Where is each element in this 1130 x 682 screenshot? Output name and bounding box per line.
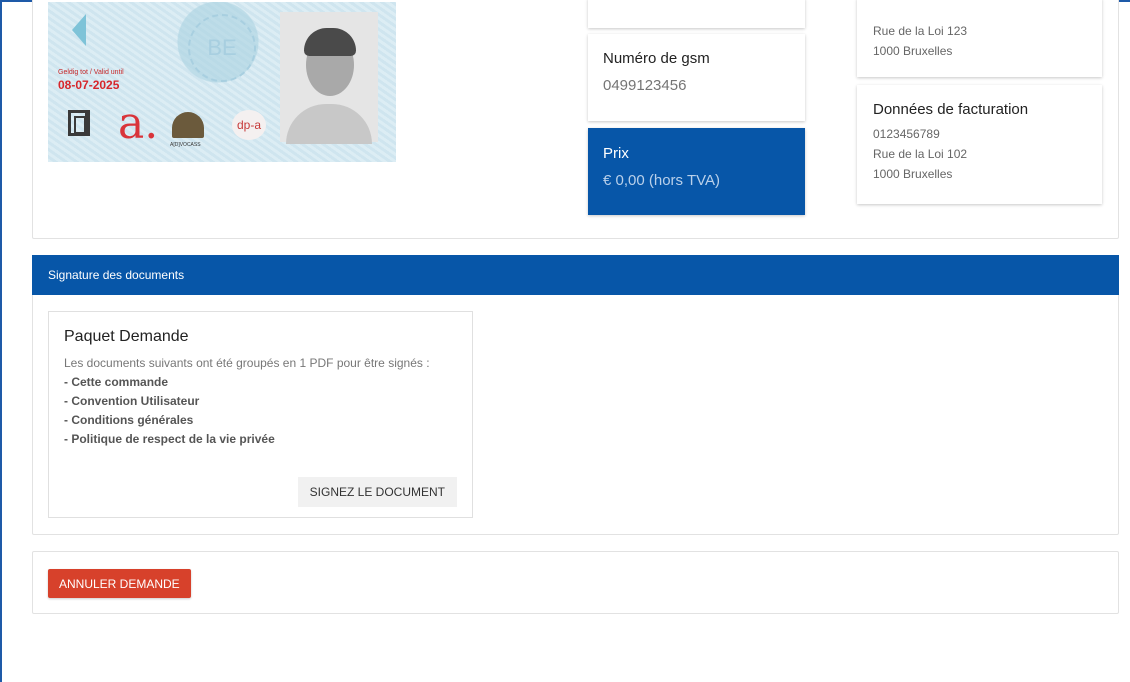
id-photo (280, 12, 378, 144)
sign-document-button[interactable]: SIGNEZ LE DOCUMENT (297, 477, 457, 507)
gsm-label: Numéro de gsm (603, 50, 710, 67)
address-line-2: 1000 Bruxelles (873, 44, 953, 58)
id-card-arrow-icon (72, 14, 86, 46)
cancel-request-button[interactable]: ANNULER DEMANDE (48, 569, 191, 598)
id-card-image: BE Geldig tot / Valid until 08-07-2025 a… (48, 2, 396, 162)
package-title: Paquet Demande (64, 328, 189, 345)
document-package-card: Paquet Demande Les documents suivants on… (48, 311, 473, 518)
avocats-logo: a. (118, 98, 159, 149)
address-card: Rue de la Loi 123 1000 Bruxelles (857, 0, 1102, 77)
billing-line-2: Rue de la Loi 102 (873, 147, 968, 161)
billing-line-1: 0123456789 (873, 127, 940, 141)
gsm-value: 0499123456 (603, 77, 687, 94)
card-top-partial (588, 0, 805, 28)
price-card: Prix € 0,00 (hors TVA) (588, 128, 805, 215)
gsm-card: Numéro de gsm 0499123456 (588, 34, 805, 121)
country-code: BE (188, 14, 256, 82)
signature-panel-header: Signature des documents (32, 255, 1119, 295)
price-label: Prix (603, 145, 629, 162)
window-frame-left (0, 0, 2, 682)
bar-logo-icon (68, 110, 90, 136)
photo-shoulders (286, 104, 372, 144)
dome-logo-icon (172, 112, 204, 138)
document-item: - Convention Utilisateur (64, 394, 200, 408)
avocass-label: A[D]VOCASS (170, 142, 201, 148)
address-line-1: Rue de la Loi 123 (873, 24, 968, 38)
document-item: - Cette commande (64, 375, 169, 389)
billing-card: Données de facturation 0123456789 Rue de… (857, 85, 1102, 204)
billing-line-3: 1000 Bruxelles (873, 167, 953, 181)
photo-hair (304, 28, 356, 56)
valid-until-label: Geldig tot / Valid until (58, 69, 124, 76)
document-item: - Politique de respect de la vie privée (64, 432, 275, 446)
price-value: € 0,00 (hors TVA) (603, 172, 720, 189)
valid-until-date: 08-07-2025 (58, 78, 120, 92)
billing-title: Données de facturation (873, 101, 1029, 118)
actions-panel (32, 551, 1119, 614)
package-intro: Les documents suivants ont été groupés e… (64, 356, 430, 370)
dpa-logo: dp-a (232, 110, 266, 140)
document-item: - Conditions générales (64, 413, 194, 427)
